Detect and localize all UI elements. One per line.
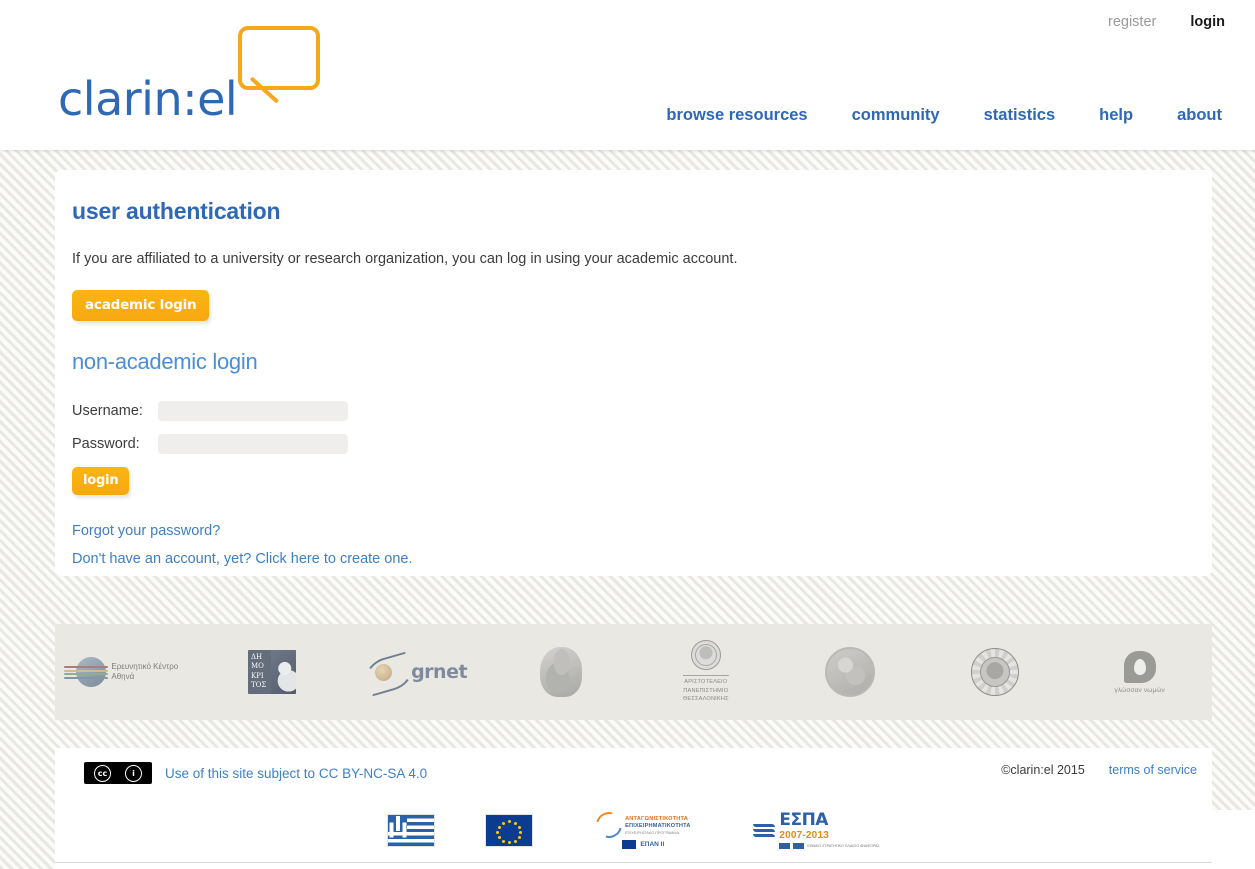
nav-statistics[interactable]: statistics (984, 106, 1056, 125)
partner-logo-aristotle-university[interactable]: ΑΡΙΣΤΟΤΕΛΕΙΟ ΠΑΝΕΠΙΣΤΗΜΙΟ ΘΕΣΣΑΛΟΝΙΚΗΣ (634, 624, 779, 720)
epan-line2: ΕΠΙΧΕΙΡΗΜΑΤΙΚΟΤΗΤΑ (625, 823, 691, 829)
partner-logo-ionian-university[interactable] (923, 624, 1068, 720)
login-form: Username: Password: login (72, 401, 1212, 495)
register-link[interactable]: register (1108, 14, 1156, 30)
partner-logo-university-seal[interactable] (778, 624, 923, 720)
submit-row: login (72, 467, 1212, 495)
terms-of-service-link[interactable]: terms of service (1109, 763, 1197, 777)
aristotle-logo-text: ΑΡΙΣΤΟΤΕΛΕΙΟ ΠΑΝΕΠΙΣΤΗΜΙΟ ΘΕΣΣΑΛΟΝΙΚΗΣ (682, 675, 729, 703)
content-card: user authentication If you are affiliate… (55, 170, 1212, 576)
athena-globe-icon (64, 657, 109, 687)
partner-logo-demokritos[interactable]: ΔΗ ΜΟ ΚΡΙ ΤΟΣ (200, 624, 345, 720)
greek-flag-icon (387, 814, 436, 847)
footer-right-row: ©clarin:el 2015 terms of service (1001, 763, 1197, 777)
login-link[interactable]: login (1190, 14, 1225, 30)
university-seal-icon (825, 647, 876, 697)
eu-flag-icon (485, 814, 534, 847)
espa-logo: ΕΣΠΑ 2007-2013 ΕΘΝΙΚΟ ΣΤΡΑΤΗΓΙΚΟ ΠΛΑΙΣΙΟ… (753, 810, 880, 849)
footer-bottom-rule (55, 862, 1212, 863)
password-input[interactable] (158, 434, 348, 454)
page-title: user authentication (72, 198, 281, 224)
login-submit-button[interactable]: login (72, 467, 130, 495)
epan-line3: ΕΠΙΧΕΙΡΗΣΙΑΚΟ ΠΡΟΓΡΑΜΜΑ (625, 830, 680, 835)
athena-logo-text: Ερευνητικό Κέντρο Αθηνά (111, 662, 179, 681)
copyright-text: ©clarin:el 2015 (1001, 763, 1085, 777)
espa-years: 2007-2013 (779, 830, 829, 841)
ionian-university-seal-icon (971, 648, 1020, 696)
partner-logo-grnet[interactable]: grnet (344, 624, 489, 720)
espa-chip-one (779, 843, 791, 849)
glossan-nomon-icon (1123, 650, 1156, 683)
cc-license-link[interactable]: Use of this site subject to CC BY-NC-SA … (165, 766, 427, 781)
speech-bubble-notch (257, 70, 275, 82)
username-label: Username: (72, 403, 143, 419)
aristotle-seal-icon (690, 640, 721, 671)
auth-help-links: Forgot your password? Don't have an acco… (72, 523, 1212, 567)
create-account-link[interactable]: Don't have an account, yet? Click here t… (72, 551, 1212, 567)
funding-logos-row: ΑΝΤΑΓΩΝΙΣΤΙΚΟΤΗΤΑ ΕΠΙΧΕΙΡΗΜΑΤΙΚΟΤΗΤΑ ΕΠΙ… (55, 807, 1212, 849)
nav-about[interactable]: about (1177, 106, 1222, 125)
espa-waves-icon (753, 824, 776, 837)
password-label: Password: (72, 436, 140, 452)
espa-title: ΕΣΠΑ (779, 810, 828, 830)
epan-logo: ΑΝΤΑΓΩΝΙΣΤΙΚΟΤΗΤΑ ΕΠΙΧΕΙΡΗΜΑΤΙΚΟΤΗΤΑ ΕΠΙ… (583, 807, 703, 849)
espa-chip-two (793, 843, 805, 849)
non-academic-login-heading: non-academic login (72, 349, 258, 374)
epan-badge-label: ΕΠΑΝ ΙΙ (640, 841, 665, 848)
epan-line1: ΑΝΤΑΓΩΝΙΣΤΙΚΟΤΗΤΑ (625, 815, 688, 822)
top-utility-links: register login (1108, 14, 1225, 30)
cc-icon: cc (94, 764, 111, 782)
site-header: clarin:el register login browse resource… (0, 0, 1255, 150)
partner-logo-glossan-nomon[interactable]: γλώσσαν νωμών (1067, 624, 1212, 720)
creative-commons-badge-icon[interactable]: cc i (84, 762, 152, 784)
cc-by-icon: i (125, 764, 142, 782)
partner-logo-athena-research-centre[interactable]: Ερευνητικό Κέντρο Αθηνά (55, 624, 200, 720)
nav-browse-resources[interactable]: browse resources (666, 106, 807, 125)
forgot-password-link[interactable]: Forgot your password? (72, 523, 1212, 539)
logo-wordmark: clarin:el (58, 72, 238, 126)
demokritos-portrait (270, 650, 296, 694)
partner-logo-university-of-athens[interactable] (489, 624, 634, 720)
academic-login-button[interactable]: academic login (72, 290, 210, 321)
username-input[interactable] (158, 401, 348, 421)
site-logo[interactable]: clarin:el (58, 14, 328, 132)
nav-help[interactable]: help (1099, 106, 1133, 125)
page-background-corner-mask (1211, 810, 1255, 869)
nav-community[interactable]: community (852, 106, 940, 125)
main-navigation: browse resources community statistics he… (666, 106, 1222, 125)
glossan-nomon-text: γλώσσαν νωμών (1114, 686, 1165, 694)
password-row: Password: (72, 434, 1212, 454)
epan-swoosh-icon (591, 807, 627, 843)
athena-head-icon (540, 647, 583, 697)
demokritos-icon: ΔΗ ΜΟ ΚΡΙ ΤΟΣ (247, 650, 296, 694)
intro-text: If you are affiliated to a university or… (72, 251, 738, 267)
footer-top-row: cc i Use of this site subject to CC BY-N… (55, 748, 1212, 800)
creative-commons-row: cc i Use of this site subject to CC BY-N… (84, 762, 427, 784)
username-row: Username: (72, 401, 1212, 421)
partner-logos-strip: Ερευνητικό Κέντρο Αθηνά ΔΗ ΜΟ ΚΡΙ ΤΟΣ gr… (55, 624, 1212, 720)
grnet-mark-icon (362, 651, 416, 697)
epan-eu-flag-icon (622, 840, 637, 849)
grnet-wordmark: grnet (411, 661, 468, 683)
site-footer: cc i Use of this site subject to CC BY-N… (55, 748, 1212, 869)
espa-fine-print: ΕΘΝΙΚΟ ΣΤΡΑΤΗΓΙΚΟ ΠΛΑΙΣΙΟ ΑΝΑΦΟΡΑΣ (807, 844, 880, 848)
